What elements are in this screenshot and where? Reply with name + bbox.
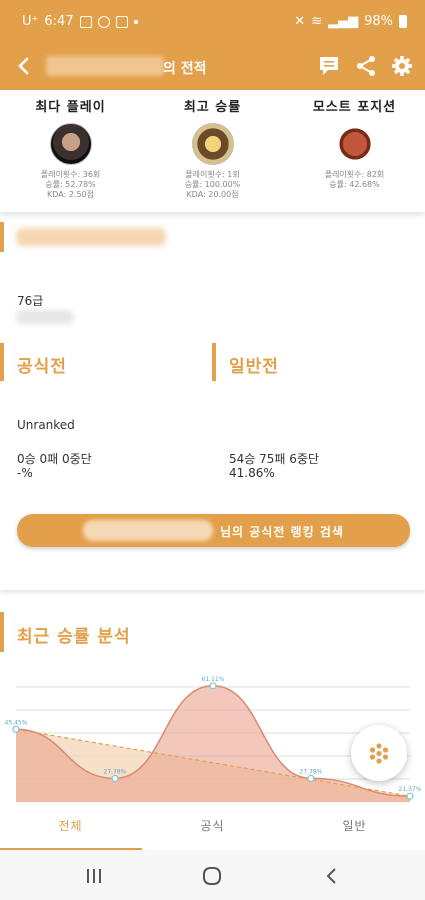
settings-gear-icon[interactable] bbox=[389, 53, 415, 79]
most-position-winrate: 승률: 42.68% bbox=[329, 180, 380, 189]
ranking-search-label: 님의 공식전 랭킹 검색 bbox=[220, 525, 344, 539]
system-nav-bar bbox=[0, 850, 425, 900]
most-played-card[interactable]: 최다 플레이 플레이횟수: 36회 승률: 52.78% KDA: 2.50점 bbox=[0, 96, 141, 200]
blurred-info bbox=[16, 310, 74, 324]
official-record: 0승 0패 0중단 bbox=[17, 452, 92, 466]
official-rank: Unranked bbox=[17, 418, 75, 432]
app-bar: 의 전적 bbox=[0, 44, 425, 90]
wifi-icon: ≋ bbox=[311, 14, 323, 29]
chart-point bbox=[12, 725, 20, 733]
chart-point-label: 27.78% bbox=[300, 768, 323, 775]
dots-menu-icon bbox=[369, 743, 389, 764]
best-winrate-winrate: 승률: 100.00% bbox=[184, 180, 241, 189]
ranking-search-button[interactable]: 님의 공식전 랭킹 검색 bbox=[17, 514, 410, 547]
battery-label: 98% bbox=[364, 14, 393, 29]
most-played-kda: KDA: 2.50점 bbox=[46, 190, 94, 199]
chart-point-label: 45.45% bbox=[5, 719, 28, 726]
most-position-title: 모스트 포지션 bbox=[312, 100, 397, 115]
level-text: 76급 bbox=[17, 294, 44, 308]
recent-apps-icon[interactable] bbox=[82, 864, 106, 888]
back-icon[interactable] bbox=[320, 864, 344, 888]
alarm-icon bbox=[97, 15, 110, 28]
carrier-label: U⁺ bbox=[22, 14, 39, 29]
recent-winrate-title: 최근 승률 분석 bbox=[17, 627, 131, 647]
battery-icon bbox=[399, 15, 407, 28]
most-played-winrate: 승률: 52.78% bbox=[45, 180, 96, 189]
chart-point bbox=[307, 774, 315, 782]
share-icon[interactable] bbox=[353, 53, 379, 79]
casual-record: 54승 75패 6중단 bbox=[229, 452, 319, 466]
more-notifications-icon bbox=[133, 19, 138, 24]
chart-point-label: 61.11% bbox=[202, 676, 225, 683]
fist-icon bbox=[333, 123, 376, 165]
tab-casual[interactable]: 일반 bbox=[284, 802, 425, 850]
official-accent bbox=[0, 343, 4, 381]
floating-menu-button[interactable] bbox=[351, 725, 407, 781]
section-accent bbox=[0, 222, 4, 252]
chart-point-label: 21.37% bbox=[399, 786, 422, 793]
official-rate: -% bbox=[17, 466, 33, 480]
section-divider bbox=[0, 580, 425, 590]
blurred-player-name bbox=[83, 520, 213, 541]
character-avatar bbox=[49, 123, 92, 165]
blurred-player-name bbox=[46, 56, 164, 76]
chart-point-label: 27.78% bbox=[104, 768, 127, 775]
signal-icon: ▂▄▆ bbox=[328, 14, 359, 29]
most-played-count: 플레이횟수: 36회 bbox=[40, 170, 101, 179]
best-winrate-card[interactable]: 최고 승률 플레이횟수: 1회 승률: 100.00% KDA: 20.00점 bbox=[142, 96, 283, 200]
status-bar: U⁺ 6:47 ✕ ≋ ▂▄▆ 98% bbox=[0, 0, 425, 44]
casual-accent bbox=[212, 343, 216, 381]
bottom-tabs: 전체 공식 일반 bbox=[0, 802, 425, 850]
casual-title: 일반전 bbox=[229, 357, 279, 377]
clock: 6:47 bbox=[44, 14, 74, 29]
back-arrow-icon[interactable] bbox=[12, 54, 36, 78]
gallery-icon bbox=[79, 15, 92, 28]
best-winrate-count: 플레이횟수: 1회 bbox=[185, 170, 240, 179]
blurred-guild-name bbox=[16, 228, 166, 246]
casual-rate: 41.86% bbox=[229, 466, 275, 480]
chat-icon[interactable] bbox=[317, 53, 343, 79]
chart-point bbox=[209, 682, 217, 690]
official-title: 공식전 bbox=[17, 357, 67, 377]
best-winrate-title: 최고 승률 bbox=[183, 100, 242, 115]
mute-icon: ✕ bbox=[294, 14, 306, 29]
tab-official[interactable]: 공식 bbox=[142, 802, 283, 850]
page-title: 의 전적 bbox=[163, 61, 207, 77]
home-icon[interactable] bbox=[200, 864, 224, 888]
chart-point bbox=[111, 774, 119, 782]
character-avatar bbox=[191, 123, 234, 165]
chart-point bbox=[406, 792, 414, 800]
best-winrate-kda: KDA: 20.00점 bbox=[186, 190, 239, 199]
most-position-count: 플레이횟수: 82회 bbox=[324, 170, 385, 179]
most-played-title: 최다 플레이 bbox=[35, 100, 106, 115]
tab-all[interactable]: 전체 bbox=[0, 802, 141, 850]
recent-accent bbox=[0, 612, 4, 652]
shield-icon bbox=[115, 15, 128, 28]
top-stats-panel: 최다 플레이 플레이횟수: 36회 승률: 52.78% KDA: 2.50점 … bbox=[0, 90, 425, 212]
most-position-card[interactable]: 모스트 포지션 플레이횟수: 82회 승률: 42.68% bbox=[284, 96, 425, 190]
